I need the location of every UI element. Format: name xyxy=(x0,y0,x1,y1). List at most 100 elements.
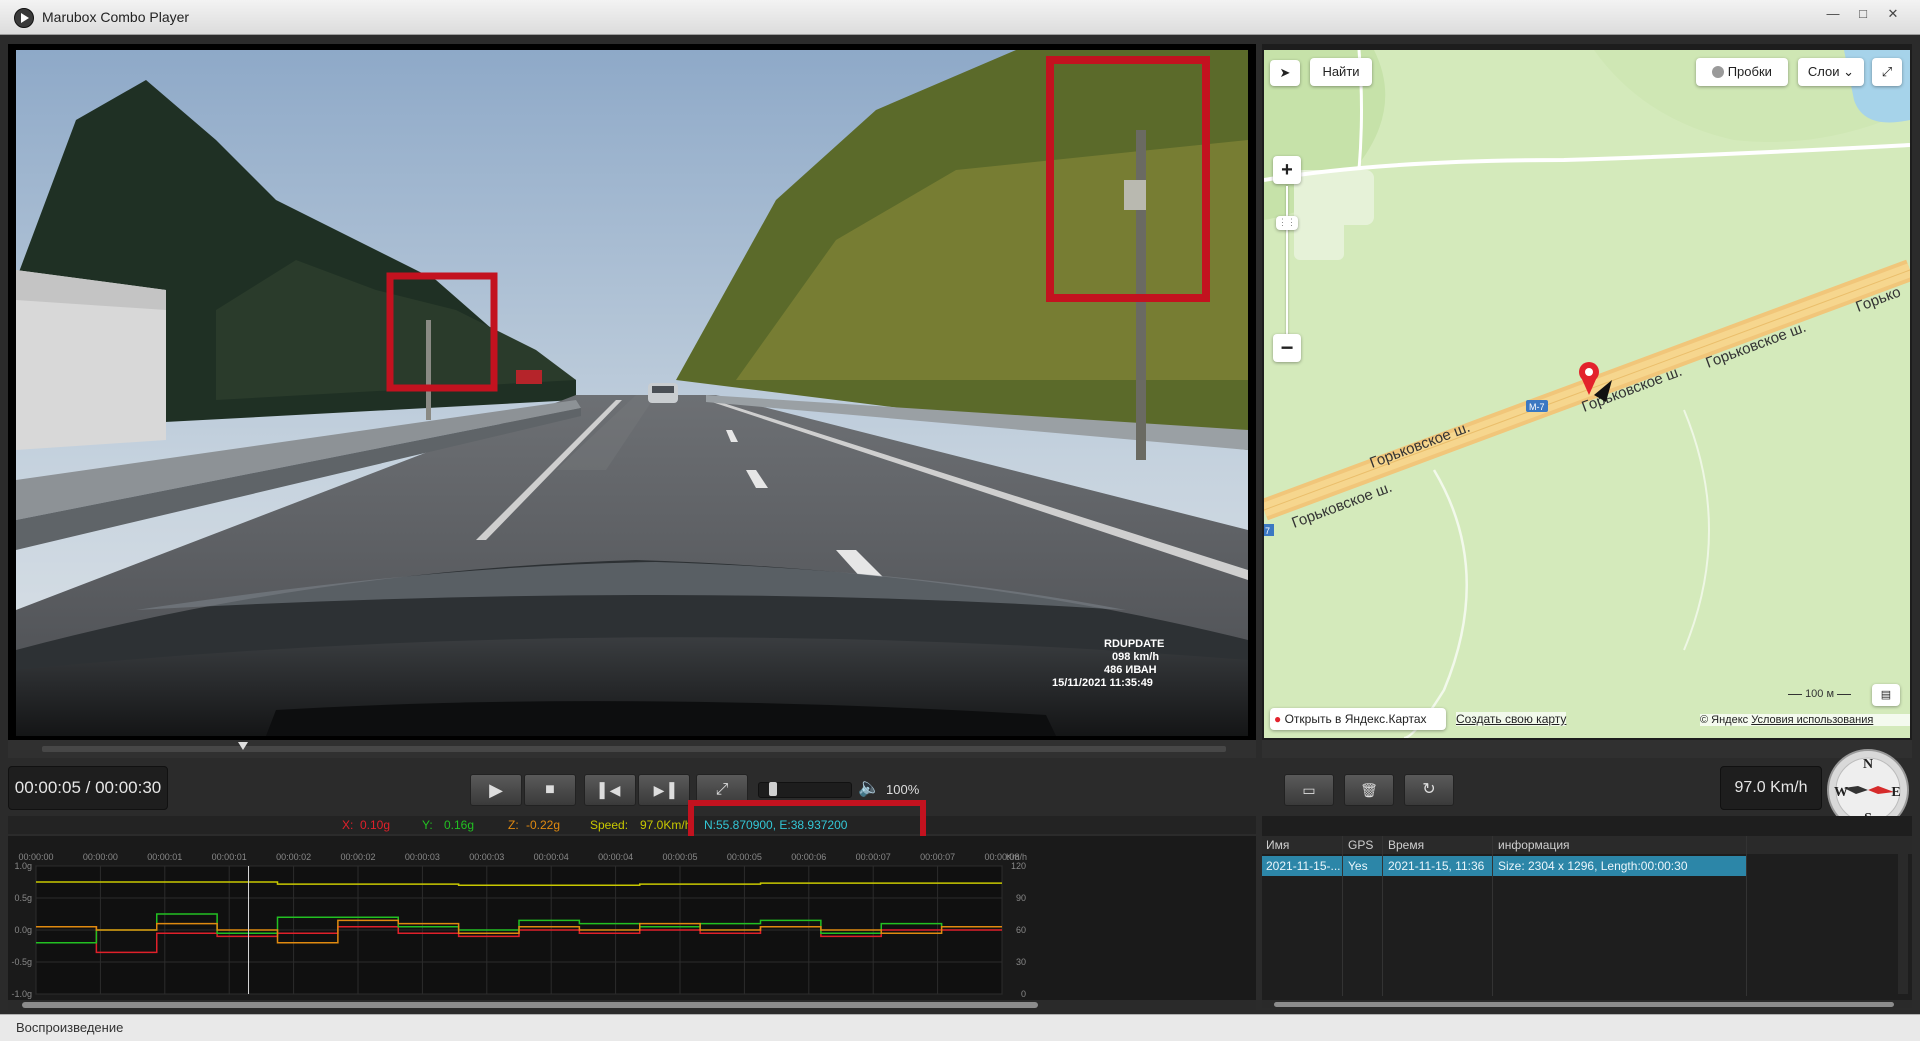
telemetry-chart: 00:00:00 00:00:00 00:00:01 00:00:01 00:00:02… xyxy=(8,836,1256,1006)
zoom-out-button[interactable]: − xyxy=(1273,334,1301,362)
route-badge-text: М-7 xyxy=(1529,402,1545,412)
overlay-line-3: 486 ИВАН xyxy=(1104,664,1157,676)
row-name: 2021-11-15-... xyxy=(1266,859,1341,873)
compass-n: N xyxy=(1863,757,1873,772)
speed-display: 97.0 Km/h xyxy=(1720,766,1822,810)
zoom-slider-handle[interactable]: ⋮⋮ xyxy=(1276,216,1298,230)
column-divider xyxy=(1382,836,1383,996)
x-tick-label: 00:00:07 xyxy=(856,852,891,862)
video-view[interactable]: RDUPDATE 098 km/h 486 ИВАН 15/11/2021 11… xyxy=(16,50,1248,736)
minimize-icon[interactable]: — xyxy=(1820,4,1846,24)
telemetry-chart-svg: 00:00:00 00:00:00 00:00:01 00:00:01 00:00:02… xyxy=(11,852,1027,999)
zoom-in-button[interactable]: + xyxy=(1273,156,1301,184)
x-label: X: xyxy=(342,818,354,832)
export-button[interactable]: ▭ xyxy=(1284,774,1334,806)
column-time[interactable]: Время xyxy=(1388,838,1424,852)
x-tick-label: 00:00:04 xyxy=(598,852,633,862)
fullscreen-icon[interactable]: ⤢ xyxy=(1872,58,1902,86)
scale-line-right xyxy=(1837,693,1852,695)
map-pin-icon: ● xyxy=(1274,712,1282,726)
x-tick-label: 00:00:06 xyxy=(791,852,826,862)
row-gps: Yes xyxy=(1348,859,1368,873)
column-info[interactable]: информация xyxy=(1498,838,1570,852)
volume-value: 100% xyxy=(886,782,920,797)
app-logo-icon xyxy=(14,8,34,28)
repeat-button[interactable]: ↻ xyxy=(1404,774,1454,806)
layers-button[interactable]: Слои ⌄ xyxy=(1798,58,1864,86)
find-button[interactable]: Найти xyxy=(1310,58,1372,86)
column-divider xyxy=(1492,836,1493,996)
map-view[interactable]: Горьковское ш. Горьковское ш. Горьковско… xyxy=(1264,50,1910,738)
navigation-arrow-icon: ➤ xyxy=(1279,65,1291,80)
scale-bar: 100 м xyxy=(1788,688,1868,704)
x-tick-label: 00:00:02 xyxy=(340,852,375,862)
seek-thumb[interactable] xyxy=(238,742,249,750)
expand-icon: ⤢ xyxy=(715,781,729,798)
stop-icon: ■ xyxy=(545,781,555,798)
layers-label: Слои xyxy=(1807,64,1840,79)
stop-button[interactable]: ■ xyxy=(524,774,576,806)
row-time: 2021-11-15, 11:36 xyxy=(1388,859,1485,873)
terms-link[interactable]: Условия использования xyxy=(1751,714,1873,726)
map-footer xyxy=(1262,740,1912,758)
y-tick-label-left: 1.0g xyxy=(14,861,32,871)
overlay-line-1: RDUPDATE xyxy=(1104,638,1164,650)
y-tick-label-left: -1.0g xyxy=(11,989,32,999)
z-label: Z: xyxy=(508,818,519,832)
volume-thumb[interactable] xyxy=(769,782,778,796)
column-divider xyxy=(1342,836,1343,996)
ruler-icon[interactable]: ▤ xyxy=(1872,684,1900,706)
y-value: 0.16g xyxy=(444,818,475,832)
compass-w: W xyxy=(1834,785,1848,800)
trash-icon: 🗑 xyxy=(1360,782,1378,798)
speed-value: 97.0Km/h xyxy=(640,818,692,832)
previous-button[interactable]: ▌◀ xyxy=(584,774,636,806)
play-button[interactable]: ▶ xyxy=(470,774,522,806)
y-tick-label-right: 120 xyxy=(1011,861,1026,871)
x-tick-label: 00:00:05 xyxy=(662,852,697,862)
list-vertical-scrollbar[interactable] xyxy=(1898,854,1908,994)
play-icon: ▶ xyxy=(489,780,503,800)
traffic-label: Пробки xyxy=(1727,64,1772,79)
maximize-icon[interactable]: □ xyxy=(1850,4,1876,24)
x-tick-label: 00:00:01 xyxy=(212,852,247,862)
zoom-slider[interactable] xyxy=(1286,186,1288,346)
y-tick-label-right: 60 xyxy=(1016,925,1026,935)
close-icon[interactable]: ✕ xyxy=(1880,4,1906,24)
open-in-yandex-label: Открыть в Яндекс.Картах xyxy=(1284,712,1427,726)
x-tick-label: 00:00:01 xyxy=(147,852,182,862)
x-tick-label: 00:00:05 xyxy=(727,852,762,862)
x-tick-label: 00:00:03 xyxy=(405,852,440,862)
x-tick-label: 00:00:04 xyxy=(534,852,569,862)
delete-button[interactable]: 🗑 xyxy=(1344,774,1394,806)
next-button[interactable]: ▶▐ xyxy=(638,774,690,806)
map-canvas: Горьковское ш. Горьковское ш. Горьковско… xyxy=(1264,50,1910,738)
volume-icon[interactable]: 🔈 xyxy=(858,777,880,798)
geolocation-button[interactable]: ➤ xyxy=(1270,60,1300,86)
column-gps[interactable]: GPS xyxy=(1348,838,1373,852)
sensor-readout-bar: X: 0.10g Y: 0.16g Z: -0.22g Speed: 97.0K… xyxy=(8,816,1256,834)
y-label: Y: xyxy=(422,818,433,832)
overlay-line-4: 15/11/2021 11:35:49 xyxy=(1052,677,1153,689)
x-tick-label: 00:00:00 xyxy=(83,852,118,862)
skip-back-icon: ▌◀ xyxy=(599,782,621,798)
traffic-button[interactable]: Пробки xyxy=(1696,58,1788,86)
file-list: Имя GPS Время информация 2021-11-15-... … xyxy=(1262,816,1912,1008)
list-horizontal-scrollbar-thumb[interactable] xyxy=(1274,1002,1894,1007)
open-in-yandex-link[interactable]: ● Открыть в Яндекс.Картах xyxy=(1270,708,1446,730)
skip-forward-icon: ▶▐ xyxy=(653,782,675,798)
status-text: Воспроизведение xyxy=(16,1020,124,1035)
column-divider xyxy=(1746,836,1747,996)
seek-bar[interactable] xyxy=(42,746,1226,752)
x-tick-label: 00:00:03 xyxy=(469,852,504,862)
y-tick-label-left: 0.0g xyxy=(14,925,32,935)
overlay-line-2: 098 km/h xyxy=(1112,651,1159,663)
create-map-link[interactable]: Создать свою карту xyxy=(1456,712,1567,726)
copyright-text: © Яндекс xyxy=(1700,714,1749,726)
chart-scrollbar-thumb[interactable] xyxy=(22,1002,1038,1008)
z-value: -0.22g xyxy=(526,818,561,832)
film-export-icon: ▭ xyxy=(1302,782,1316,798)
column-name[interactable]: Имя xyxy=(1266,838,1289,852)
x-value: 0.10g xyxy=(360,818,391,832)
table-row[interactable]: 2021-11-15-... Yes 2021-11-15, 11:36 Siz… xyxy=(1262,856,1746,876)
